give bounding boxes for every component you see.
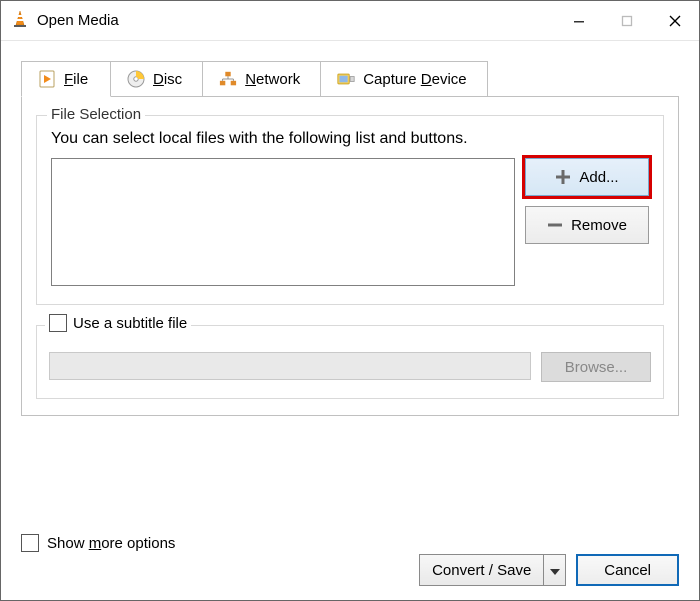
- tab-label: Capture Device: [363, 71, 466, 88]
- footer-buttons: Convert / Save Cancel: [419, 554, 679, 586]
- add-button[interactable]: Add...: [525, 158, 649, 196]
- file-selection-group: File Selection You can select local file…: [36, 115, 664, 305]
- tab-label: Network: [245, 71, 300, 88]
- network-icon: [219, 70, 237, 88]
- tab-file[interactable]: File: [21, 61, 111, 97]
- convert-save-label: Convert / Save: [432, 562, 531, 579]
- dialog-body: File Disc: [1, 41, 699, 416]
- file-listbox[interactable]: [51, 158, 515, 286]
- titlebar-left: Open Media: [11, 10, 119, 31]
- tab-capture-device[interactable]: Capture Device: [320, 61, 487, 97]
- window-title: Open Media: [37, 12, 119, 29]
- tab-label: File: [64, 71, 88, 88]
- minimize-button[interactable]: [555, 1, 603, 40]
- tab-network[interactable]: Network: [202, 61, 321, 97]
- convert-save-dropdown[interactable]: [544, 554, 566, 586]
- titlebar: Open Media: [1, 1, 699, 41]
- plus-icon: [555, 169, 571, 185]
- tab-disc[interactable]: Disc: [110, 61, 203, 97]
- add-button-label: Add...: [579, 169, 618, 186]
- subtitle-group: Use a subtitle file Browse...: [36, 325, 664, 399]
- subtitle-checkbox[interactable]: [49, 314, 67, 332]
- window-controls: [555, 1, 699, 40]
- minus-icon: [547, 217, 563, 233]
- remove-button[interactable]: Remove: [525, 206, 649, 244]
- capture-device-icon: [337, 70, 355, 88]
- show-more-label: Show more options: [47, 535, 175, 552]
- tab-panel-file: File Selection You can select local file…: [21, 96, 679, 416]
- chevron-down-icon: [550, 562, 560, 578]
- file-selection-label: File Selection: [47, 106, 145, 123]
- dialog-footer: Show more options Convert / Save Cancel: [21, 534, 679, 586]
- convert-save-split-button: Convert / Save: [419, 554, 566, 586]
- vlc-cone-icon: [11, 10, 29, 31]
- subtitle-checkbox-label: Use a subtitle file: [73, 315, 187, 332]
- tab-label: Disc: [153, 71, 182, 88]
- cancel-button[interactable]: Cancel: [576, 554, 679, 586]
- maximize-button[interactable]: [603, 1, 651, 40]
- browse-label: Browse...: [565, 359, 628, 376]
- show-more-checkbox[interactable]: [21, 534, 39, 552]
- cancel-label: Cancel: [604, 562, 651, 579]
- subtitle-body: Browse...: [49, 352, 651, 382]
- remove-button-label: Remove: [571, 217, 627, 234]
- subtitle-header: Use a subtitle file: [45, 314, 191, 332]
- file-side-buttons: Add... Remove: [525, 158, 649, 244]
- close-button[interactable]: [651, 1, 699, 40]
- convert-save-button[interactable]: Convert / Save: [419, 554, 544, 586]
- subtitle-path-input: [49, 352, 531, 380]
- disc-icon: [127, 70, 145, 88]
- source-tabs: File Disc: [21, 61, 679, 97]
- file-select-row: Add... Remove: [51, 158, 649, 286]
- open-media-window: Open Media Fil: [0, 0, 700, 601]
- file-selection-help: You can select local files with the foll…: [51, 130, 649, 148]
- file-play-icon: [38, 70, 56, 88]
- browse-subtitle-button: Browse...: [541, 352, 651, 382]
- show-more-options[interactable]: Show more options: [21, 534, 175, 552]
